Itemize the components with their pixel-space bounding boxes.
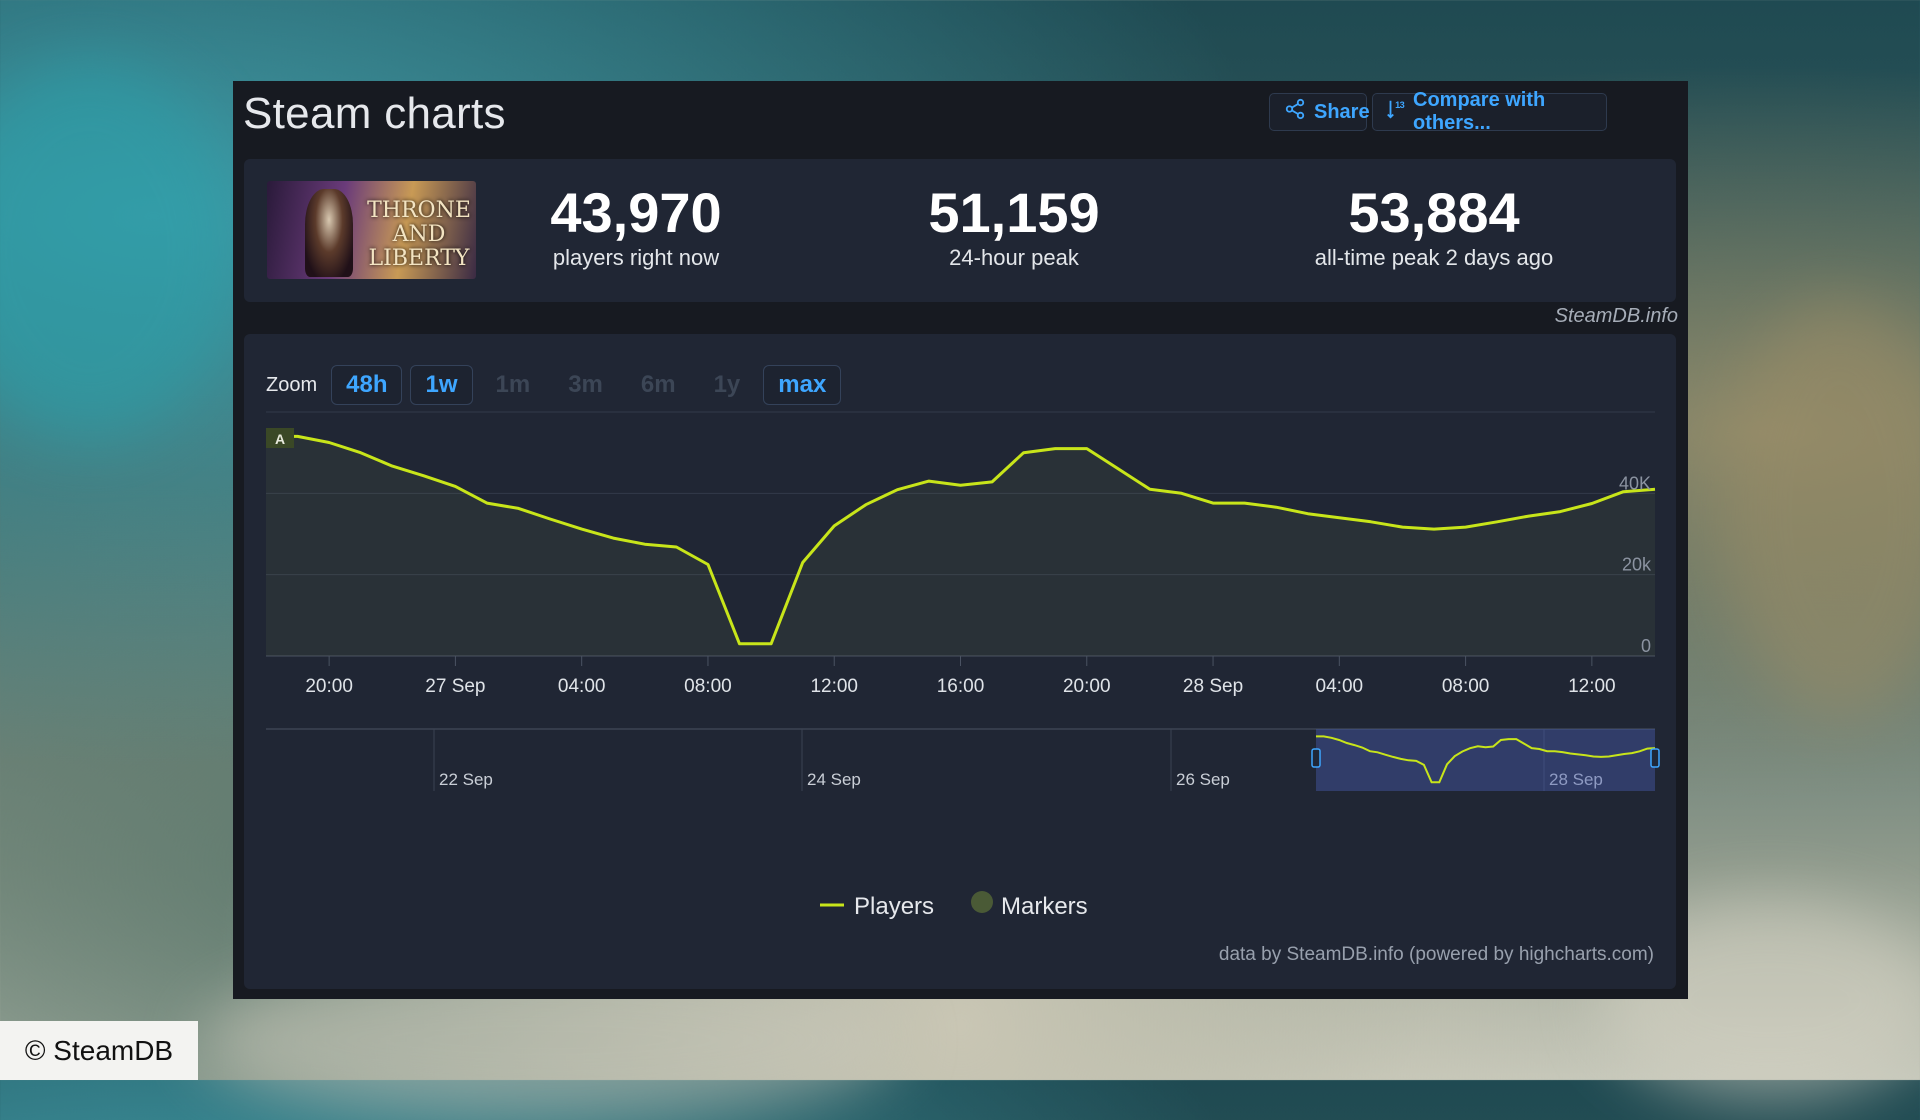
legend-item-players[interactable]: Players	[820, 893, 934, 920]
cover-logo: THRONE AND LIBERTY	[367, 198, 471, 271]
marker-flag[interactable]: A	[266, 428, 294, 448]
stat-label: players right now	[552, 245, 720, 270]
compare-button[interactable]: 1 3 Compare with others...	[1372, 89, 1607, 134]
stat-players-now: 43,970 players right now	[516, 183, 756, 271]
steamdb-credit[interactable]: SteamDB.info	[1555, 305, 1678, 328]
x-tick-label: 27 Sep	[425, 676, 485, 697]
highcharts-credit[interactable]: data by SteamDB.info (powered by highcha…	[1219, 944, 1654, 966]
game-cover-image[interactable]: THRONE AND LIBERTY	[267, 181, 476, 279]
y-tick-label: 40K	[1619, 473, 1651, 493]
stats-bar: THRONE AND LIBERTY 43,970 players right …	[244, 159, 1676, 302]
cover-character	[305, 189, 353, 277]
chart-legend: Players Markers	[820, 891, 1088, 920]
chart-x-axis: 20:00 27 Sep 04:00 08:00 12:00 16:00 20:00 28 S…	[305, 656, 1616, 697]
players-chart[interactable]: 20:00 27 Sep 04:00 08:00 12:00 16:00 20:00 28 S…	[244, 334, 1676, 934]
stat-value: 53,884	[1348, 181, 1520, 244]
steam-charts-panel: Steam charts Share 1 3 Compare with othe…	[233, 81, 1688, 999]
legend-item-markers[interactable]: Markers	[971, 891, 1088, 920]
share-label: Share	[1314, 100, 1370, 123]
chart-area	[266, 434, 1656, 656]
y-tick-label: 0	[1641, 636, 1651, 656]
page-title: Steam charts	[243, 89, 506, 138]
copyright-watermark: © SteamDB	[0, 1021, 198, 1080]
stat-all-time-peak: 53,884 all-time peak 2 days ago	[1284, 183, 1584, 271]
navigator-date-label: 24 Sep	[807, 770, 861, 789]
x-tick-label: 12:00	[810, 676, 858, 697]
x-tick-label: 20:00	[305, 676, 353, 697]
share-button[interactable]: Share	[1269, 93, 1370, 131]
marker-flag-label: A	[275, 431, 285, 447]
stat-label: all-time peak 2 days ago	[1314, 245, 1554, 270]
navigator-left-handle[interactable]	[1311, 748, 1321, 768]
navigator-date-label: 22 Sep	[439, 770, 493, 789]
x-tick-label: 04:00	[1316, 676, 1364, 697]
x-tick-label: 08:00	[684, 676, 732, 697]
x-tick-label: 04:00	[558, 676, 606, 697]
players-legend-label: Players	[854, 893, 934, 920]
chart-navigator[interactable]: 22 Sep24 Sep26 Sep28 Sep	[266, 728, 1660, 791]
chart-panel: Zoom 48h 1w 1m 3m 6m 1y max 20:00 27 Sep 0…	[244, 334, 1676, 989]
compare-label: Compare with others...	[1413, 89, 1546, 134]
stat-24h-peak: 51,159 24-hour peak	[914, 183, 1114, 271]
svg-text:3: 3	[1400, 100, 1405, 110]
navigator-right-handle[interactable]	[1650, 748, 1660, 768]
navigator-date-label: 26 Sep	[1176, 770, 1230, 789]
x-tick-label: 08:00	[1442, 676, 1490, 697]
x-tick-label: 16:00	[937, 676, 985, 697]
markers-legend-swatch	[971, 891, 993, 913]
x-tick-label: 20:00	[1063, 676, 1111, 697]
navigator-selection[interactable]	[1316, 729, 1655, 791]
y-tick-label: 20k	[1622, 555, 1652, 575]
share-icon	[1284, 98, 1306, 126]
x-tick-label: 28 Sep	[1183, 676, 1243, 697]
stat-label: 24-hour peak	[949, 245, 1079, 270]
x-tick-label: 12:00	[1568, 676, 1616, 697]
players-area-fill	[266, 436, 1655, 656]
compare-icon: 1 3	[1385, 98, 1407, 126]
stat-value: 51,159	[928, 181, 1100, 244]
markers-legend-label: Markers	[1001, 893, 1088, 920]
stat-value: 43,970	[550, 181, 722, 244]
